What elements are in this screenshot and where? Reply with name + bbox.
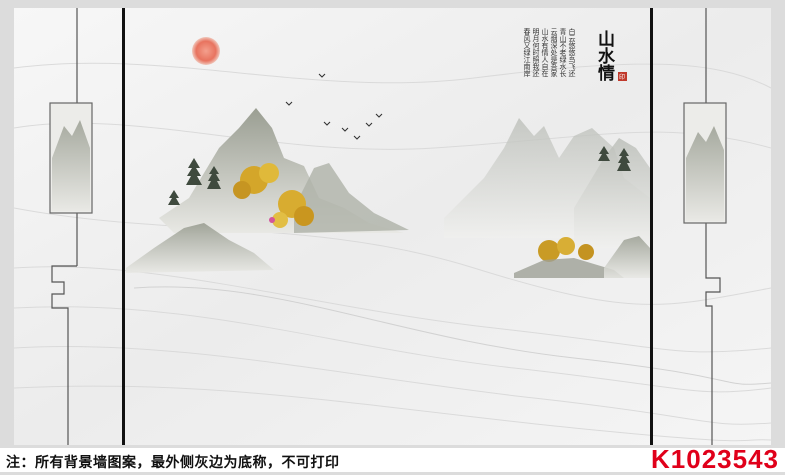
landscape-painting: 春风又绿江南岸 明月何时照我还 山水有情人自在 云烟深处是吾家 青山不老绿水长 …: [14, 8, 771, 445]
poem-line-3: 山水有情人自在: [541, 27, 549, 77]
poem-text: 春风又绿江南岸 明月何时照我还 山水有情人自在 云烟深处是吾家 青山不老绿水长 …: [523, 27, 576, 78]
print-note: 注：所有背景墙图案，最外侧灰边为底称，不可打印: [6, 455, 340, 471]
poem-line-4: 云烟深处是吾家: [550, 28, 558, 77]
seal-text: 印: [619, 74, 625, 81]
left-divider-line: [122, 8, 125, 445]
poem-block: 春风又绿江南岸 明月何时照我还 山水有情人自在 云烟深处是吾家 青山不老绿水长 …: [523, 27, 627, 82]
poem-line-6: 白云悠悠鸟飞还: [568, 27, 576, 78]
sun: [192, 37, 220, 65]
title-calligraphy: 山水情: [594, 30, 615, 82]
right-divider-line: [650, 8, 653, 445]
poem-line-5: 青山不老绿水长: [559, 27, 567, 78]
wallpaper-preview: 春风又绿江南岸 明月何时照我还 山水有情人自在 云烟深处是吾家 青山不老绿水长 …: [0, 0, 785, 474]
product-code: K1023543: [651, 444, 779, 474]
poem-line-2: 明月何时照我还: [532, 28, 540, 78]
background-wall-artwork: 春风又绿江南岸 明月何时照我还 山水有情人自在 云烟深处是吾家 青山不老绿水长 …: [14, 8, 771, 445]
poem-line-1: 春风又绿江南岸: [523, 27, 531, 78]
